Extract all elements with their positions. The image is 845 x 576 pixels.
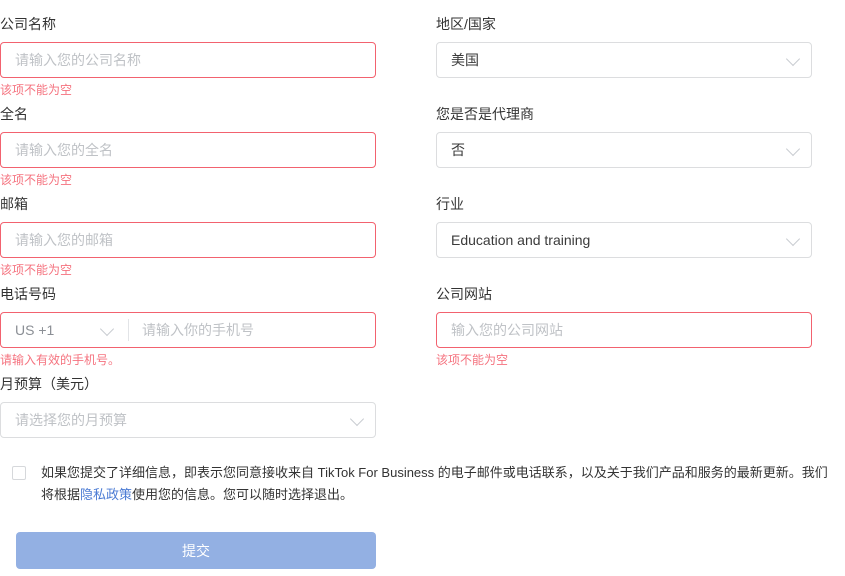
consent-row: 如果您提交了详细信息，即表示您同意接收来自 TikTok For Busines… [12,462,837,506]
submit-button[interactable]: 提交 [16,532,376,569]
field-is-agency: 您是否是代理商否 [436,104,812,168]
email-label: 邮箱 [0,194,376,214]
region-country-label: 地区/国家 [436,14,812,34]
email-error-message: 该项不能为空 [0,262,376,278]
field-industry: 行业 Education and training [436,194,812,258]
monthly-budget-label: 月预算（美元） [0,374,376,394]
phone-number-input[interactable]: 请输入你的手机号 [129,313,375,347]
company-name-input[interactable]: 请输入您的公司名称 [0,42,376,78]
field-company-name: 公司名称请输入您的公司名称该项不能为空 [0,14,376,98]
phone-phone-group[interactable]: US +1 请输入你的手机号 [0,312,376,348]
company-website-error-message: 该项不能为空 [436,352,812,368]
chevron-down-icon [786,142,800,156]
chevron-down-icon [786,232,800,246]
field-full-name: 全名请输入您的全名该项不能为空 [0,104,376,188]
privacy-policy-link[interactable]: 隐私政策 [80,487,132,502]
region-country-select[interactable]: 美国 [436,42,812,78]
phone-country-code-select[interactable]: US +1 [1,313,128,347]
full-name-error-message: 该项不能为空 [0,172,376,188]
company-website-label: 公司网站 [436,284,812,304]
consent-text: 如果您提交了详细信息，即表示您同意接收来自 TikTok For Busines… [41,462,837,506]
industry-label: 行业 [436,194,812,214]
phone-placeholder: 请输入你的手机号 [129,313,254,347]
field-monthly-budget: 月预算（美元） 请选择您的月预算 [0,374,376,438]
field-phone: 电话号码 US +1 请输入你的手机号请输入有效的手机号。 [0,284,376,368]
is-agency-select[interactable]: 否 [436,132,812,168]
industry-select[interactable]: Education and training [436,222,812,258]
consent-checkbox[interactable] [12,466,26,480]
company-website-placeholder: 输入您的公司网站 [437,313,563,347]
field-email: 邮箱请输入您的邮箱该项不能为空 [0,194,376,278]
company-name-placeholder: 请输入您的公司名称 [1,43,141,77]
company-name-label: 公司名称 [0,14,376,34]
email-input[interactable]: 请输入您的邮箱 [0,222,376,258]
field-company-website: 公司网站输入您的公司网站该项不能为空 [436,284,812,368]
full-name-label: 全名 [0,104,376,124]
phone-country-code-value: US +1 [1,313,54,347]
lead-generation-form: 公司名称请输入您的公司名称该项不能为空全名请输入您的全名该项不能为空邮箱请输入您… [0,0,845,576]
phone-label: 电话号码 [0,284,376,304]
company-website-input[interactable]: 输入您的公司网站 [436,312,812,348]
is-agency-value: 否 [437,133,465,167]
chevron-down-icon [100,322,114,336]
chevron-down-icon [786,52,800,66]
monthly-budget-select[interactable]: 请选择您的月预算 [0,402,376,438]
field-region-country: 地区/国家美国 [436,14,812,78]
chevron-down-icon [350,412,364,426]
monthly-budget-placeholder: 请选择您的月预算 [1,403,127,437]
email-placeholder: 请输入您的邮箱 [1,223,113,257]
is-agency-label: 您是否是代理商 [436,104,812,124]
full-name-input[interactable]: 请输入您的全名 [0,132,376,168]
full-name-placeholder: 请输入您的全名 [1,133,113,167]
phone-error-message: 请输入有效的手机号。 [0,352,376,368]
company-name-error-message: 该项不能为空 [0,82,376,98]
industry-value: Education and training [437,223,590,257]
consent-text-part2: 使用您的信息。您可以随时选择退出。 [132,487,353,502]
region-country-value: 美国 [437,43,479,77]
